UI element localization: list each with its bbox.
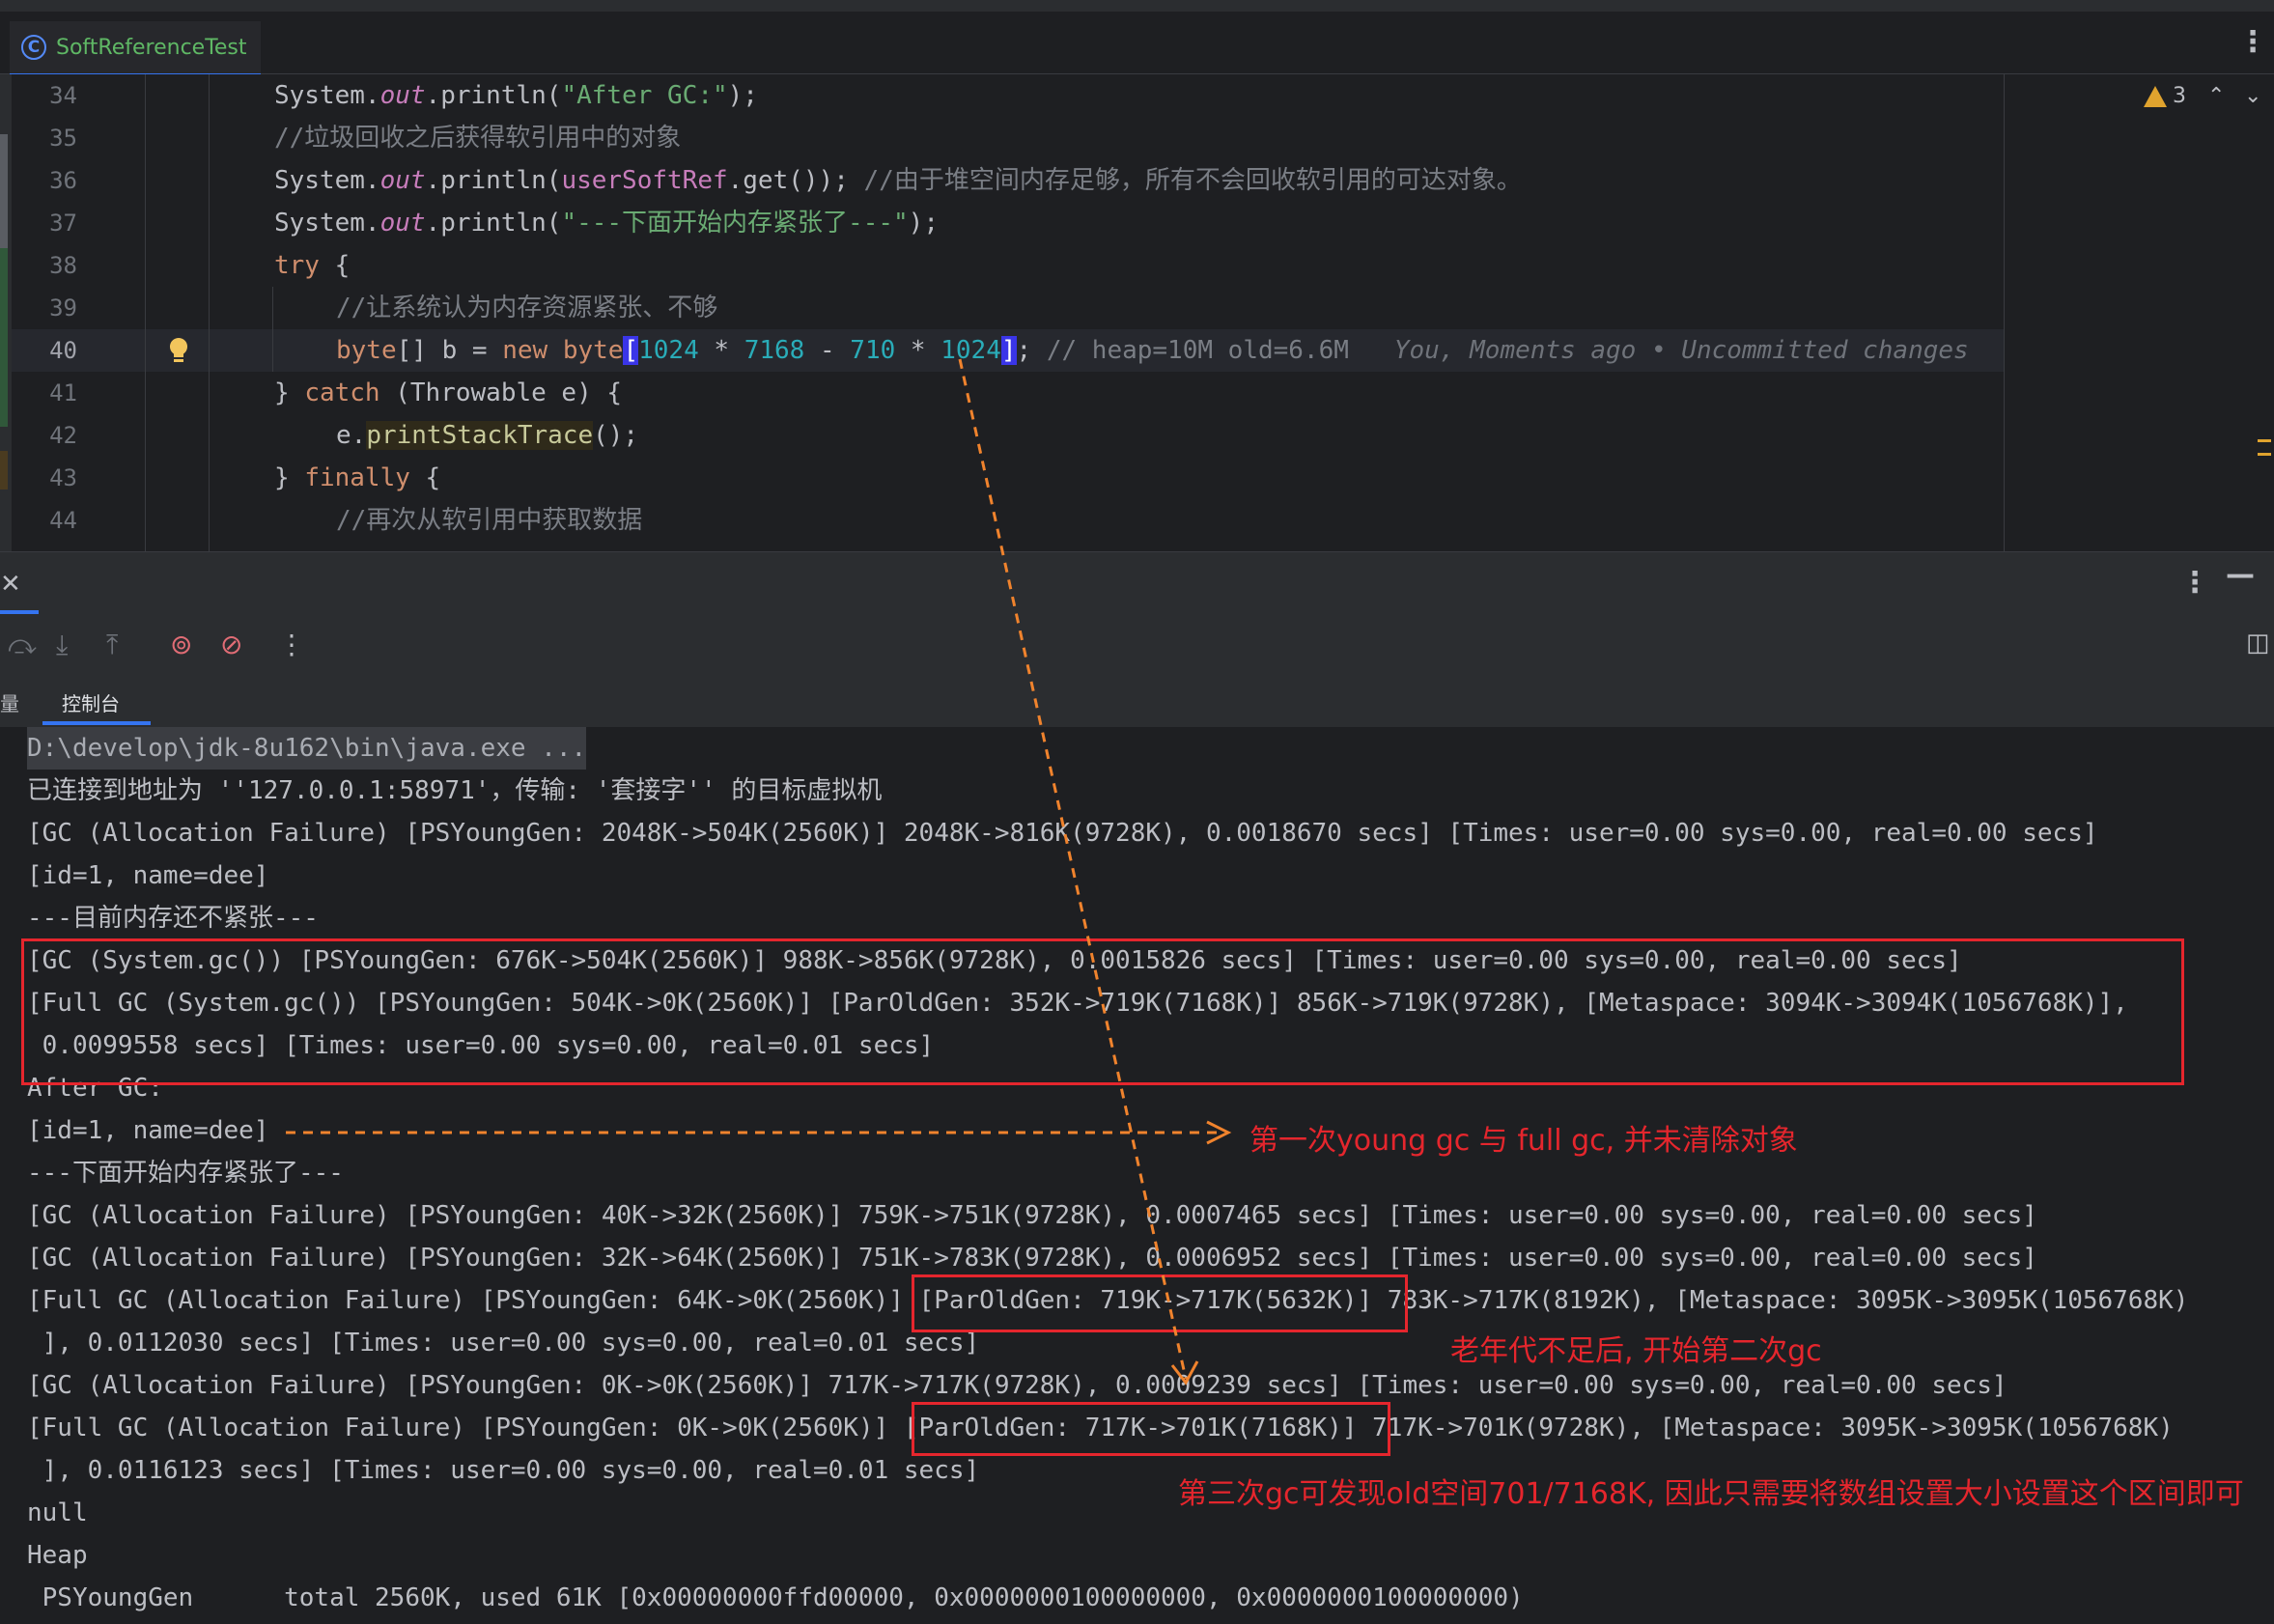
code-line-35: //垃圾回收之后获得软引用中的对象 [274, 124, 682, 153]
console-line: ---目前内存还不紧张--- [27, 904, 319, 933]
console-line: ], 0.0112030 secs] [Times: user=0.00 sys… [27, 1329, 980, 1358]
line-number: 34 [49, 82, 77, 109]
mute-breakpoints-icon[interactable]: ⊘ [220, 629, 242, 660]
git-blame-inlay: You, Moments ago • Uncommitted changes [1393, 336, 1969, 365]
step-out-icon[interactable]: ⤒ [106, 629, 118, 661]
right-margin-guide [2004, 74, 2005, 551]
code-line-39: //让系统认为内存资源紧张、不够 [336, 294, 718, 322]
close-icon[interactable]: ✕ [0, 570, 21, 599]
code-line-34: System.out.println("After GC:"); [274, 81, 758, 110]
line-number: 38 [49, 252, 77, 279]
console-line: [GC (Allocation Failure) [PSYoungGen: 32… [27, 1244, 2037, 1273]
code-editor[interactable]: 34 35 36 37 38 39 40 41 42 43 44 System.… [0, 74, 2274, 551]
line-number: 39 [49, 294, 77, 322]
console-command-line[interactable]: D:\develop\jdk-8u162\bin\java.exe ... [27, 727, 587, 770]
code-line-43: } finally { [274, 463, 441, 492]
minimize-icon[interactable]: — [2226, 558, 2255, 592]
editor-tabs-more-icon[interactable]: ⋮ [2238, 25, 2267, 59]
line-number: 43 [49, 464, 77, 491]
editor-tab-label: SoftReferenceTest [56, 35, 247, 60]
window-title-strip [0, 0, 2274, 12]
console-line: [GC (Allocation Failure) [PSYoungGen: 20… [27, 819, 2098, 848]
step-over-icon[interactable]: ⤼ [8, 629, 37, 661]
class-icon: C [21, 35, 46, 60]
editor-tab-bar: C SoftReferenceTest ⋮ [0, 12, 2274, 76]
more-actions-icon[interactable]: ⋮ [278, 629, 305, 660]
layout-settings-icon[interactable]: ◫ [2246, 629, 2270, 658]
line-number-current: 40 [49, 337, 77, 364]
annotation-box-third-gc [912, 1402, 1390, 1456]
console-line: [id=1, name=dee] [27, 1116, 269, 1145]
console-line: [id=1, name=dee] [27, 861, 269, 890]
indent-guide [145, 74, 146, 551]
console-line: null [27, 1498, 88, 1527]
tool-window-header: ✕ ⋮ — [0, 551, 2274, 620]
annotation-note-second-gc: 老年代不足后, 开始第二次gc [1450, 1334, 1822, 1368]
tab-console[interactable]: 控制台 [62, 688, 120, 716]
step-into-icon[interactable]: ⤓ [56, 629, 68, 661]
warning-count: 3 [2173, 84, 2186, 108]
chevron-up-icon[interactable]: ⌃ [2207, 84, 2225, 108]
annotation-box-second-gc [912, 1274, 1408, 1332]
scrollbar-warning-mark[interactable] [2258, 439, 2271, 442]
code-line-37: System.out.println("---下面开始内存紧张了---"); [274, 209, 939, 238]
line-number: 41 [49, 379, 77, 406]
code-line-41: } catch (Throwable e) { [274, 378, 623, 407]
tab-variables[interactable]: 量 [0, 688, 19, 716]
editor-tab-softreferencetest[interactable]: C SoftReferenceTest [10, 21, 261, 76]
indent-guide [272, 287, 273, 372]
left-stripe [0, 74, 12, 551]
code-line-44: //再次从软引用中获取数据 [336, 506, 643, 535]
console-line: PSYoungGen total 2560K, used 61K [0x0000… [27, 1583, 1524, 1612]
code-line-40: byte[] b = new byte[1024 * 7168 - 710 * … [336, 336, 1969, 365]
line-number: 37 [49, 210, 77, 237]
tool-window-active-indicator [0, 610, 39, 614]
code-line-38: try { [274, 251, 351, 280]
console-line: ---下面开始内存紧张了--- [27, 1159, 344, 1188]
debug-toolbar: ⤼ ⤓ ⤒ ⊚ ⊘ ⋮ ◫ [0, 619, 2274, 677]
warning-icon [2144, 85, 2167, 107]
lightbulb-icon[interactable] [168, 337, 189, 364]
console-line: ], 0.0116123 secs] [Times: user=0.00 sys… [27, 1456, 980, 1485]
line-number: 35 [49, 125, 77, 152]
line-number: 44 [49, 507, 77, 534]
scrollbar-warning-mark[interactable] [2258, 453, 2271, 456]
console-line: [GC (Allocation Failure) [PSYoungGen: 40… [27, 1201, 2037, 1230]
console-line: [GC (Allocation Failure) [PSYoungGen: 0K… [27, 1371, 2007, 1400]
indent-guide [209, 74, 210, 551]
tool-window-options-icon[interactable]: ⋮ [2180, 566, 2209, 600]
chevron-down-icon[interactable]: ⌄ [2244, 84, 2261, 108]
code-line-42: e.printStackTrace(); [336, 421, 639, 450]
tab-console-underline [42, 721, 151, 725]
line-number: 42 [49, 422, 77, 449]
annotation-note-third-gc: 第三次gc可发现old空间701/7168K, 因此只需要将数组设置大小设置这个… [1178, 1477, 2244, 1511]
view-breakpoints-icon[interactable]: ⊚ [170, 629, 192, 660]
code-line-36: System.out.println(userSoftRef.get()); /… [274, 166, 1522, 195]
annotation-box-first-gc [21, 938, 2184, 1085]
tool-window-tabs: 量 控制台 [0, 677, 2274, 728]
console-line: 已连接到地址为 ''127.0.0.1:58971'，传输: '套接字'' 的目… [27, 776, 883, 805]
inspection-widget[interactable]: 3 [2144, 84, 2186, 108]
line-number: 36 [49, 167, 77, 194]
console-line: Heap [27, 1541, 88, 1570]
annotation-note-first-gc: 第一次young gc 与 full gc, 并未清除对象 [1249, 1124, 1798, 1158]
